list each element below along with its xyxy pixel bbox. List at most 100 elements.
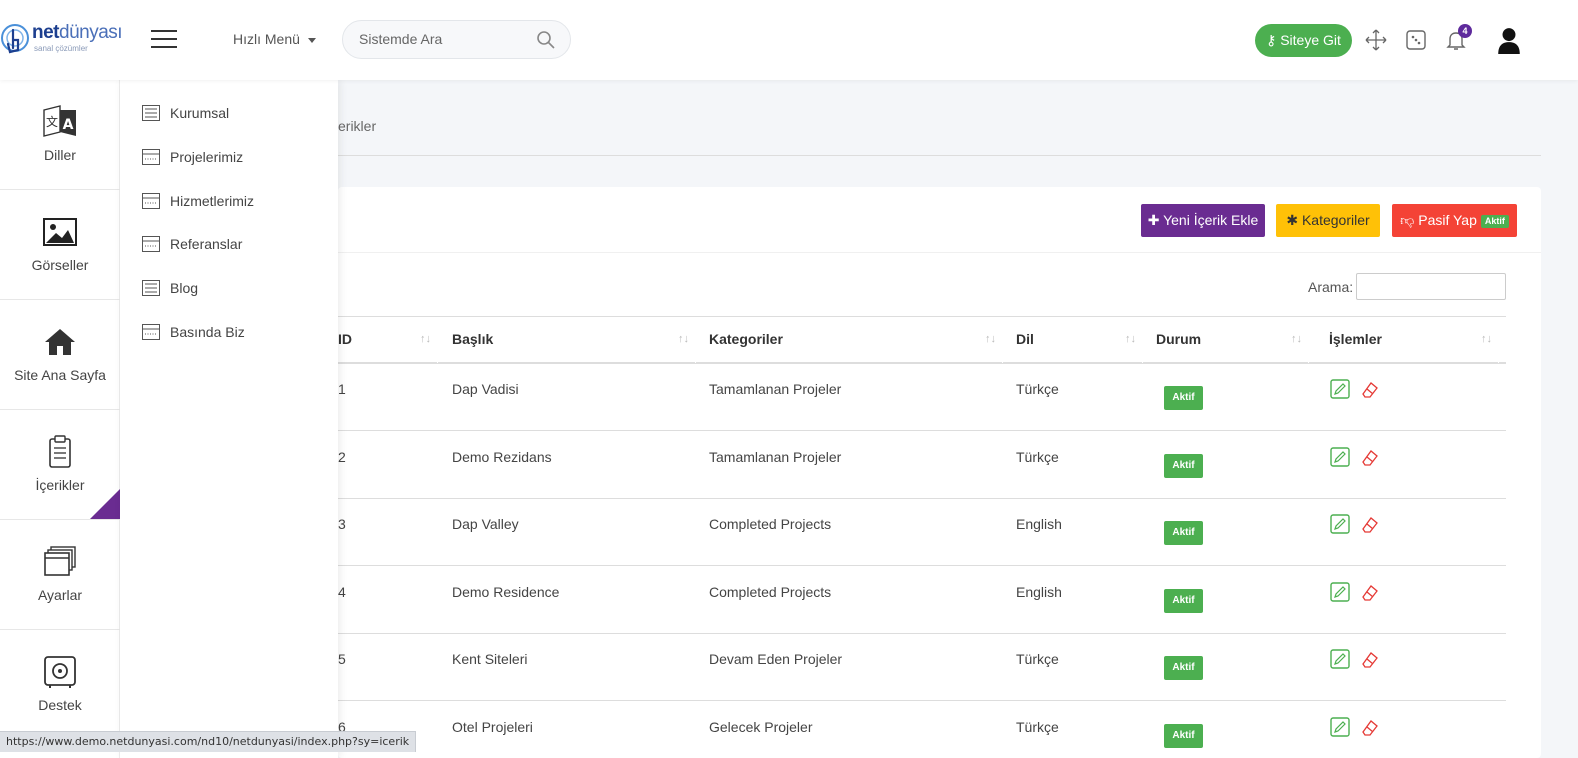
sidebar-item-label: Destek bbox=[38, 697, 82, 713]
submenu-item-referanslar[interactable]: Referanslar bbox=[142, 232, 332, 256]
column-header-language[interactable]: Dil ↑↓ bbox=[1016, 317, 1143, 363]
status-badge[interactable]: Aktif bbox=[1164, 588, 1203, 613]
sort-icon: ↑↓ bbox=[678, 333, 689, 345]
submenu-item-kurumsal[interactable]: Kurumsal bbox=[142, 101, 332, 125]
cell-id: 5 bbox=[338, 651, 346, 667]
go-to-site-label: Siteye Git bbox=[1280, 32, 1341, 48]
cell-title: Dap Valley bbox=[452, 516, 519, 532]
svg-text:A: A bbox=[63, 117, 74, 133]
go-to-site-button[interactable]: ⚷ Siteye Git bbox=[1255, 24, 1352, 57]
column-header-categories[interactable]: Kategoriler ↑↓ bbox=[709, 317, 1003, 363]
submenu-item-basinda-biz[interactable]: Basında Biz bbox=[142, 320, 332, 344]
system-search bbox=[342, 20, 571, 59]
edit-icon[interactable] bbox=[1330, 581, 1350, 602]
table-row: 6 Otel Projeleri Gelecek Projeler Türkçe Akt… bbox=[338, 702, 1506, 758]
home-icon bbox=[45, 329, 75, 355]
submenu-item-blog[interactable]: Blog bbox=[142, 276, 332, 300]
ruler-icon bbox=[142, 236, 160, 252]
table-search-label: Arama: bbox=[1308, 279, 1354, 295]
active-indicator bbox=[90, 489, 120, 519]
system-search-input[interactable] bbox=[359, 31, 529, 47]
logo-hand-icon bbox=[1, 24, 29, 54]
column-header-id[interactable]: ID ↑↓ bbox=[338, 317, 438, 363]
quick-menu-dropdown[interactable]: Hızlı Menü bbox=[233, 31, 316, 47]
cell-language: Türkçe bbox=[1016, 651, 1059, 667]
sidebar-item-gorseller[interactable]: Görseller bbox=[0, 190, 120, 300]
sort-icon: ↑↓ bbox=[1291, 333, 1302, 345]
cell-title: Demo Rezidans bbox=[452, 448, 552, 465]
search-icon[interactable] bbox=[536, 30, 556, 50]
breadcrumb: erikler bbox=[338, 118, 377, 134]
asterisk-icon: ✱ bbox=[1286, 212, 1299, 228]
image-icon bbox=[43, 218, 77, 246]
deactivate-label: Pasif Yap bbox=[1418, 212, 1477, 228]
table-header: ID ↑↓ Başlık ↑↓ Kategoriler ↑↓ Dil ↑↓ Durum ↑… bbox=[338, 316, 1506, 364]
eraser-icon[interactable] bbox=[1360, 717, 1380, 737]
cell-category: Tamamlanan Projeler bbox=[709, 381, 842, 397]
eraser-icon[interactable] bbox=[1360, 379, 1380, 399]
cell-language: Türkçe bbox=[1016, 381, 1059, 397]
status-badge[interactable]: Aktif bbox=[1164, 453, 1203, 478]
submenu-item-hizmetlerimiz[interactable]: Hizmetlerimiz bbox=[142, 189, 332, 213]
categories-button[interactable]: ✱ Kategoriler bbox=[1276, 204, 1380, 237]
sort-icon: ↑↓ bbox=[1125, 333, 1136, 345]
eraser-icon[interactable] bbox=[1360, 582, 1380, 602]
deactivate-button[interactable]: 👎︎ Pasif Yap Aktif bbox=[1392, 204, 1517, 237]
sort-icon: ↑↓ bbox=[1481, 333, 1492, 345]
cell-category: Devam Eden Projeler bbox=[709, 651, 843, 667]
sort-icon: ↑↓ bbox=[985, 333, 996, 345]
cell-category: Gelecek Projeler bbox=[709, 718, 813, 735]
edit-icon[interactable] bbox=[1330, 649, 1350, 669]
column-header-actions[interactable]: İşlemler ↑↓ bbox=[1329, 317, 1499, 363]
sidebar-item-icerikler[interactable]: İçerikler bbox=[0, 410, 120, 520]
cell-title: Kent Siteleri bbox=[452, 651, 528, 667]
status-badge[interactable]: Aktif bbox=[1164, 386, 1203, 410]
edit-icon[interactable] bbox=[1330, 716, 1350, 737]
submenu-item-projelerimiz[interactable]: Projelerimiz bbox=[142, 145, 332, 169]
column-header-status[interactable]: Durum ↑↓ bbox=[1156, 317, 1309, 363]
list-icon bbox=[142, 105, 160, 121]
cell-category: Tamamlanan Projeler bbox=[709, 448, 842, 465]
eraser-icon[interactable] bbox=[1360, 649, 1380, 669]
dice-icon[interactable] bbox=[1404, 28, 1428, 52]
eraser-icon[interactable] bbox=[1360, 447, 1380, 467]
divider bbox=[338, 155, 1541, 156]
eraser-icon[interactable] bbox=[1360, 514, 1380, 534]
cell-id: 4 bbox=[338, 583, 346, 600]
cell-title: Otel Projeleri bbox=[452, 718, 533, 735]
logo[interactable]: netdünyası sanal çözümler bbox=[0, 18, 125, 62]
sidebar-item-label: Görseller bbox=[31, 257, 89, 273]
cell-language: English bbox=[1016, 516, 1062, 532]
submenu-item-label: Projelerimiz bbox=[170, 149, 244, 165]
cell-category: Completed Projects bbox=[709, 583, 832, 600]
sidebar-item-ayarlar[interactable]: Ayarlar bbox=[0, 520, 120, 630]
column-header-title[interactable]: Başlık ↑↓ bbox=[452, 317, 696, 363]
status-badge[interactable]: Aktif bbox=[1164, 656, 1203, 680]
sidebar-item-destek[interactable]: Destek bbox=[0, 630, 120, 740]
status-badge[interactable]: Aktif bbox=[1164, 723, 1203, 748]
safe-icon bbox=[44, 656, 76, 688]
thumbs-down-icon: 👎︎ bbox=[1400, 212, 1415, 228]
plus-icon: ✚ bbox=[1147, 212, 1160, 228]
submenu-item-label: Basında Biz bbox=[170, 324, 245, 340]
add-content-label: Yeni İçerik Ekle bbox=[1163, 212, 1259, 228]
edit-icon[interactable] bbox=[1330, 446, 1350, 467]
sidebar-item-site-ana-sayfa[interactable]: Site Ana Sayfa bbox=[0, 300, 120, 410]
cell-title: Dap Vadisi bbox=[452, 381, 519, 397]
sidebar-item-label: Ayarlar bbox=[37, 587, 83, 603]
add-content-button[interactable]: ✚ Yeni İçerik Ekle bbox=[1141, 204, 1265, 237]
cell-language: English bbox=[1016, 583, 1062, 600]
translate-icon: A 文 bbox=[43, 105, 76, 137]
hamburger-menu-icon[interactable] bbox=[151, 30, 177, 50]
edit-icon[interactable] bbox=[1330, 514, 1350, 534]
table-search-input[interactable] bbox=[1356, 273, 1506, 300]
fullscreen-move-icon[interactable] bbox=[1364, 28, 1388, 52]
key-icon: ⚷ bbox=[1266, 32, 1277, 48]
user-avatar-icon[interactable] bbox=[1496, 26, 1522, 54]
ruler-icon bbox=[142, 193, 160, 209]
status-badge[interactable]: Aktif bbox=[1164, 521, 1203, 545]
card-header: ✚ Yeni İçerik Ekle ✱ Kategoriler 👎︎ Pasi… bbox=[338, 187, 1541, 253]
sidebar-item-diller[interactable]: A 文 Diller bbox=[0, 80, 120, 190]
edit-icon[interactable] bbox=[1330, 379, 1350, 399]
submenu-flyout: Kurumsal Projelerimiz Hizmetlerimiz Refe… bbox=[120, 80, 338, 758]
